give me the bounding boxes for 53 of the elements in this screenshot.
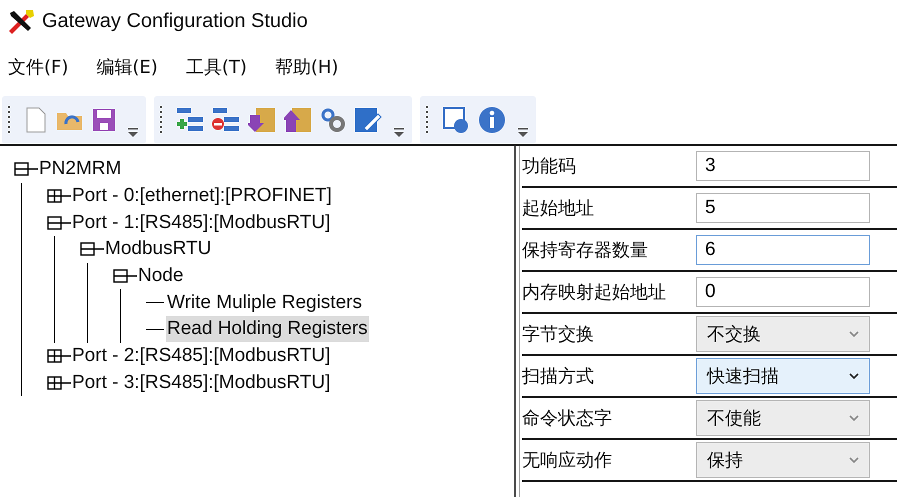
window-title: Gateway Configuration Studio <box>42 10 308 32</box>
tree-item[interactable]: PN2MRM <box>38 156 122 182</box>
property-label: 无响应动作 <box>522 449 613 472</box>
input-field[interactable]: 0 <box>696 277 870 307</box>
dropdown[interactable]: 不交换 <box>696 316 870 352</box>
new-file-icon[interactable] <box>24 107 48 133</box>
tree-item[interactable]: ModbusRTU <box>104 236 212 262</box>
input-field[interactable]: 5 <box>696 193 870 223</box>
tree-item[interactable]: Read Holding Registers <box>166 316 369 342</box>
collapse-icon[interactable] <box>47 214 71 231</box>
remove-node-icon[interactable] <box>212 107 240 133</box>
chevron-down-icon <box>849 414 859 422</box>
input-field[interactable]: 6 <box>696 235 870 265</box>
dropdown[interactable]: 快速扫描 <box>696 358 870 394</box>
collapse-icon[interactable] <box>14 161 38 178</box>
property-label: 命令状态字 <box>522 407 613 430</box>
dropdown[interactable]: 不使能 <box>696 400 870 436</box>
expand-icon[interactable] <box>47 348 71 364</box>
tree-item[interactable]: Write Muliple Registers <box>166 290 363 316</box>
property-label: 扫描方式 <box>522 365 595 388</box>
property-label: 字节交换 <box>522 323 595 346</box>
chevron-down-icon <box>849 456 859 464</box>
input-field[interactable]: 3 <box>696 151 870 181</box>
collapse-icon[interactable] <box>113 268 137 284</box>
save-icon[interactable] <box>92 108 116 132</box>
menu-item[interactable]: 编辑(E) <box>96 55 158 79</box>
chevron-down-icon <box>849 330 859 338</box>
property-label: 功能码 <box>522 155 577 178</box>
add-node-icon[interactable] <box>176 107 204 133</box>
info-icon[interactable] <box>478 106 506 134</box>
menu-item[interactable]: 帮助(H) <box>274 55 338 79</box>
overflow-caret-icon[interactable] <box>394 128 404 138</box>
collapse-icon[interactable] <box>80 241 104 258</box>
property-label: 起始地址 <box>522 197 595 220</box>
tree-item[interactable]: Port - 2:[RS485]:[ModbusRTU] <box>71 343 332 370</box>
dropdown[interactable]: 保持 <box>696 442 870 478</box>
overflow-caret-icon[interactable] <box>128 128 138 138</box>
property-label: 内存映射起始地址 <box>522 281 667 304</box>
property-label: 保持寄存器数量 <box>522 239 649 262</box>
help-document-icon[interactable] <box>442 106 470 134</box>
tree-item[interactable]: Node <box>137 263 184 290</box>
tree-item[interactable]: Port - 0:[ethernet]:[PROFINET] <box>71 183 333 210</box>
expand-icon[interactable] <box>47 188 71 204</box>
menu-item[interactable]: 工具(T) <box>186 55 247 79</box>
chevron-down-icon <box>849 372 859 380</box>
tree-item[interactable]: Port - 3:[RS485]:[ModbusRTU] <box>71 370 332 396</box>
tree-item[interactable]: Port - 1:[RS485]:[ModbusRTU] <box>71 210 332 236</box>
menu-item[interactable]: 文件(F) <box>8 55 68 79</box>
edit-notepad-icon[interactable] <box>354 106 382 134</box>
overflow-caret-icon[interactable] <box>518 128 528 138</box>
upload-icon[interactable] <box>284 107 312 133</box>
expand-icon[interactable] <box>47 374 71 391</box>
download-icon[interactable] <box>248 107 276 133</box>
